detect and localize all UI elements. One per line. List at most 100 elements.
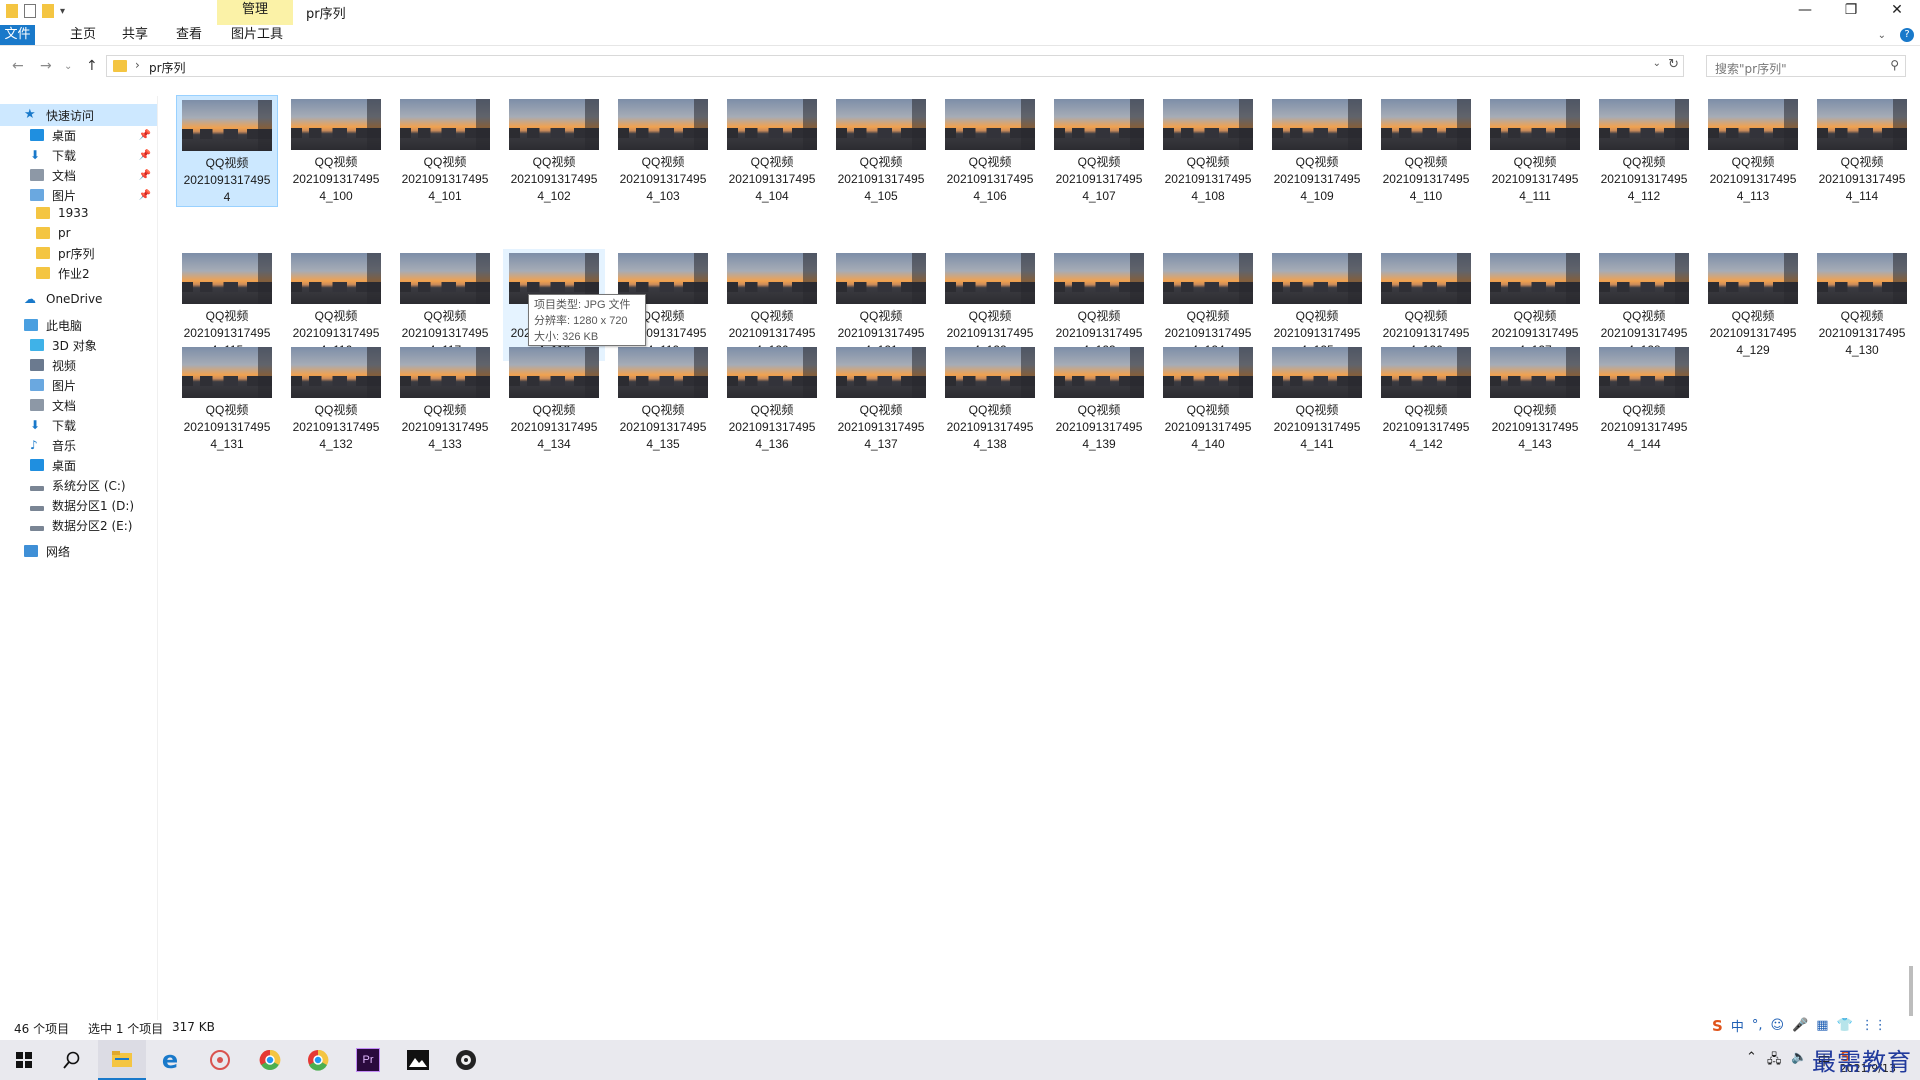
back-icon[interactable]: ← [12, 58, 24, 74]
sidebar-item-13[interactable]: 图片 [0, 374, 157, 396]
edge-icon[interactable]: e [146, 1040, 194, 1080]
restore-button[interactable]: ❐ [1828, 0, 1874, 22]
file-item[interactable]: QQ视频 2021091317495 4_104 [721, 95, 823, 207]
premiere-icon[interactable]: Pr [344, 1040, 392, 1080]
address-bar[interactable]: › pr序列 ⌄ ↻ [106, 55, 1684, 77]
sogou-logo-icon[interactable]: S [1712, 1017, 1723, 1035]
sidebar-item-9[interactable]: ☁ OneDrive [0, 288, 157, 310]
new-folder-icon[interactable] [42, 4, 54, 18]
up-icon[interactable]: ↑ [86, 58, 98, 74]
tab-home[interactable]: 主页 [60, 25, 106, 45]
sidebar-item-11[interactable]: 3D 对象 [0, 334, 157, 356]
address-dropdown-icon[interactable]: ⌄ [1653, 58, 1661, 69]
file-item[interactable]: QQ视频 2021091317495 4_103 [612, 95, 714, 207]
search-icon[interactable]: ⚲ [1890, 58, 1899, 72]
pin-icon[interactable]: 📌 [139, 150, 151, 161]
voice-icon[interactable]: 🎤 [1792, 1018, 1808, 1033]
search-box[interactable]: 搜索"pr序列" ⚲ [1706, 55, 1906, 77]
sidebar-item-10[interactable]: 此电脑 [0, 314, 157, 336]
recent-locations-icon[interactable]: ⌄ [64, 61, 72, 72]
camera-app-icon[interactable] [442, 1040, 490, 1080]
manage-context-tab[interactable]: 管理 [217, 0, 293, 25]
breadcrumb-current[interactable]: pr序列 [149, 59, 186, 76]
sidebar-item-5[interactable]: 1933 [0, 202, 157, 224]
skin-icon[interactable]: 👕 [1837, 1018, 1853, 1033]
breadcrumb-separator-icon[interactable]: › [135, 58, 140, 72]
file-item[interactable]: QQ视频 2021091317495 4_144 [1593, 343, 1695, 455]
file-item[interactable]: QQ视频 2021091317495 4_106 [939, 95, 1041, 207]
network-icon[interactable]: 🖧 [1767, 1050, 1782, 1072]
properties-icon[interactable] [24, 4, 36, 18]
pin-icon[interactable]: 📌 [139, 190, 151, 201]
tab-share[interactable]: 共享 [112, 25, 158, 45]
file-item[interactable]: QQ视频 2021091317495 4_101 [394, 95, 496, 207]
sidebar-item-15[interactable]: ⬇ 下载 [0, 414, 157, 436]
photos-icon[interactable] [394, 1040, 442, 1080]
tab-picture-tools[interactable]: 图片工具 [221, 25, 293, 45]
sidebar-item-12[interactable]: 视频 [0, 354, 157, 376]
sidebar-item-21[interactable]: 网络 [0, 540, 157, 562]
sidebar-item-20[interactable]: 数据分区2 (E:) [0, 514, 157, 536]
pin-icon[interactable]: 📌 [139, 170, 151, 181]
file-item[interactable]: QQ视频 2021091317495 4_113 [1702, 95, 1804, 207]
file-item[interactable]: QQ视频 2021091317495 4_133 [394, 343, 496, 455]
folder-icon[interactable] [6, 4, 18, 18]
file-item[interactable]: QQ视频 2021091317495 4_134 [503, 343, 605, 455]
file-item[interactable]: QQ视频 2021091317495 4 [176, 95, 278, 207]
sidebar-item-3[interactable]: 文档 📌 [0, 164, 157, 186]
file-item[interactable]: QQ视频 2021091317495 4_138 [939, 343, 1041, 455]
file-explorer-icon[interactable] [98, 1040, 146, 1080]
vertical-scrollbar[interactable] [1909, 966, 1913, 1016]
pin-icon[interactable]: 📌 [139, 130, 151, 141]
sidebar-item-8[interactable]: 作业2 [0, 262, 157, 284]
snipping-icon[interactable] [196, 1040, 244, 1080]
volume-icon[interactable]: 🔈 [1791, 1050, 1807, 1072]
expand-ribbon-icon[interactable]: ⌄ [1878, 30, 1886, 41]
sidebar-item-1[interactable]: 桌面 📌 [0, 124, 157, 146]
file-item[interactable]: QQ视频 2021091317495 4_108 [1157, 95, 1259, 207]
file-item[interactable]: QQ视频 2021091317495 4_100 [285, 95, 387, 207]
file-item[interactable]: QQ视频 2021091317495 4_139 [1048, 343, 1150, 455]
file-item[interactable]: QQ视频 2021091317495 4_105 [830, 95, 932, 207]
chinese-mode-icon[interactable]: 中 [1731, 1016, 1744, 1035]
chrome-alt-icon[interactable] [246, 1040, 294, 1080]
close-button[interactable]: ✕ [1874, 0, 1920, 22]
sidebar-item-17[interactable]: 桌面 [0, 454, 157, 476]
start-icon[interactable] [0, 1040, 48, 1080]
refresh-icon[interactable]: ↻ [1668, 57, 1679, 72]
file-item[interactable]: QQ视频 2021091317495 4_102 [503, 95, 605, 207]
forward-icon[interactable]: → [40, 58, 52, 74]
chrome-icon[interactable] [294, 1040, 342, 1080]
punctuation-icon[interactable]: °, [1752, 1018, 1763, 1033]
file-item[interactable]: QQ视频 2021091317495 4_137 [830, 343, 932, 455]
sidebar-item-19[interactable]: 数据分区1 (D:) [0, 494, 157, 516]
sidebar-item-0[interactable]: ★ 快速访问 [0, 104, 157, 126]
search-icon[interactable] [48, 1040, 96, 1080]
file-item[interactable]: QQ视频 2021091317495 4_131 [176, 343, 278, 455]
pane-divider[interactable] [157, 96, 158, 1020]
file-item[interactable]: QQ视频 2021091317495 4_142 [1375, 343, 1477, 455]
file-item[interactable]: QQ视频 2021091317495 4_130 [1811, 249, 1913, 361]
file-item[interactable]: QQ视频 2021091317495 4_140 [1157, 343, 1259, 455]
show-hidden-icons-icon[interactable]: ⌃ [1746, 1050, 1757, 1072]
file-item[interactable]: QQ视频 2021091317495 4_136 [721, 343, 823, 455]
sidebar-item-2[interactable]: ⬇ 下载 📌 [0, 144, 157, 166]
file-item[interactable]: QQ视频 2021091317495 4_135 [612, 343, 714, 455]
sidebar-item-18[interactable]: 系统分区 (C:) [0, 474, 157, 496]
sidebar-item-14[interactable]: 文档 [0, 394, 157, 416]
file-item[interactable]: QQ视频 2021091317495 4_110 [1375, 95, 1477, 207]
file-item[interactable]: QQ视频 2021091317495 4_109 [1266, 95, 1368, 207]
tab-view[interactable]: 查看 [166, 25, 212, 45]
file-item[interactable]: QQ视频 2021091317495 4_114 [1811, 95, 1913, 207]
emoji-icon[interactable]: ☺ [1770, 1018, 1784, 1033]
sidebar-item-16[interactable]: ♪ 音乐 [0, 434, 157, 456]
file-item[interactable]: QQ视频 2021091317495 4_112 [1593, 95, 1695, 207]
file-item[interactable]: QQ视频 2021091317495 4_129 [1702, 249, 1804, 361]
file-item[interactable]: QQ视频 2021091317495 4_107 [1048, 95, 1150, 207]
file-item[interactable]: QQ视频 2021091317495 4_132 [285, 343, 387, 455]
minimize-button[interactable]: — [1782, 0, 1828, 22]
file-item[interactable]: QQ视频 2021091317495 4_141 [1266, 343, 1368, 455]
toolbox-icon[interactable]: ⋮⋮ [1861, 1018, 1887, 1033]
file-item[interactable]: QQ视频 2021091317495 4_143 [1484, 343, 1586, 455]
customize-toolbar-icon[interactable]: ▾ [60, 6, 65, 17]
